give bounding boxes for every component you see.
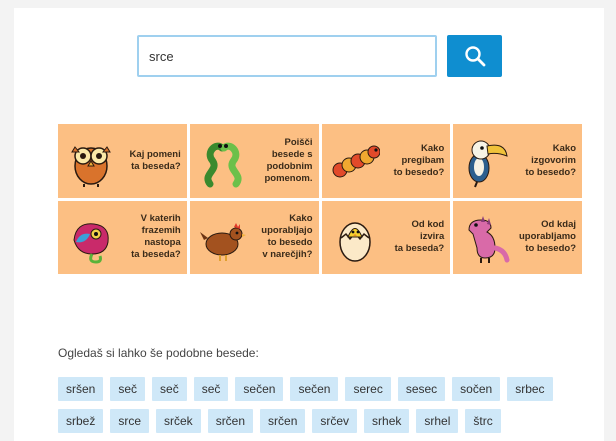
similar-word-chip[interactable]: srhel	[416, 409, 459, 433]
tile-label: Poišči besede s podobnim pomenom.	[264, 136, 313, 184]
similar-word-chip[interactable]: sečen	[235, 377, 284, 401]
tile-inflection[interactable]: Kako pregibam to besedo?	[321, 124, 451, 198]
tile-origin[interactable]: Od kod izvira ta beseda?	[321, 200, 451, 274]
similar-word-chip[interactable]: seč	[152, 377, 187, 401]
snakes-icon	[204, 142, 242, 188]
tile-meaning[interactable]: Kaj pomeni ta beseda?	[58, 124, 187, 198]
similar-word-chip[interactable]: srhek	[364, 409, 410, 433]
tile-label: Kako pregibam to besedo?	[393, 142, 445, 178]
similar-word-chip[interactable]: srček	[156, 409, 201, 433]
similar-word-chip[interactable]: sočen	[452, 377, 501, 401]
tile-label: Od kdaj uporabljamo to besedo?	[518, 219, 576, 255]
similar-word-chip[interactable]: sesec	[397, 377, 446, 401]
similar-word-chip[interactable]: srce	[110, 409, 150, 433]
similar-word-chip[interactable]: srčev	[312, 409, 358, 433]
hen-icon	[199, 223, 246, 262]
tile-label: V katerih frazemih nastopa ta beseda?	[131, 213, 181, 261]
similar-word-chip[interactable]: seč	[193, 377, 229, 401]
tile-label: Kaj pomeni ta beseda?	[129, 148, 181, 172]
tile-dialects[interactable]: Kako uporabljajo to besedo v narečjih?	[189, 200, 319, 274]
similar-word-chip[interactable]: srčen	[207, 409, 254, 433]
similar-word-chip[interactable]: srbež	[58, 409, 104, 433]
similar-words-list: sršen seč seč seč sečen sečen serec sesec sočen s…	[58, 377, 578, 433]
similar-word-chip[interactable]: sršen	[58, 377, 104, 401]
tile-first-use[interactable]: Od kdaj uporabljamo to besedo?	[453, 200, 582, 274]
similar-word-chip[interactable]: štrc	[465, 409, 501, 433]
similar-word-chip[interactable]: serec	[345, 377, 391, 401]
hatching-egg-icon	[338, 222, 371, 262]
similar-words-label: Ogledaš si lahko še podobne besede:	[58, 346, 259, 360]
search-icon	[464, 46, 485, 67]
caterpillar-icon	[332, 145, 380, 178]
owl-icon	[71, 145, 111, 187]
tile-label: Kako izgovorim to besedo?	[525, 142, 576, 178]
chameleon-icon	[73, 223, 109, 264]
tile-label: Od kod izvira ta beseda?	[394, 219, 445, 255]
feature-grid: Kaj pomeni ta beseda? Poišči besede s po…	[58, 124, 582, 274]
similar-word-chip[interactable]: srbec	[507, 377, 553, 401]
search-input[interactable]	[137, 35, 437, 77]
tile-phrases[interactable]: V katerih frazemih nastopa ta beseda?	[58, 200, 187, 274]
tile-synonyms[interactable]: Poišči besede s podobnim pomenom.	[189, 124, 319, 198]
similar-word-chip[interactable]: seč	[110, 377, 146, 401]
dinosaur-icon	[468, 216, 510, 264]
tile-label: Kako uporabljajo to besedo v narečjih?	[261, 213, 313, 261]
tile-pronunciation[interactable]: Kako izgovorim to besedo?	[453, 124, 582, 198]
toucan-icon	[468, 140, 508, 188]
similar-word-chip[interactable]: sečen	[290, 377, 339, 401]
search-button[interactable]	[447, 35, 502, 77]
similar-word-chip[interactable]: srčen	[260, 409, 306, 433]
